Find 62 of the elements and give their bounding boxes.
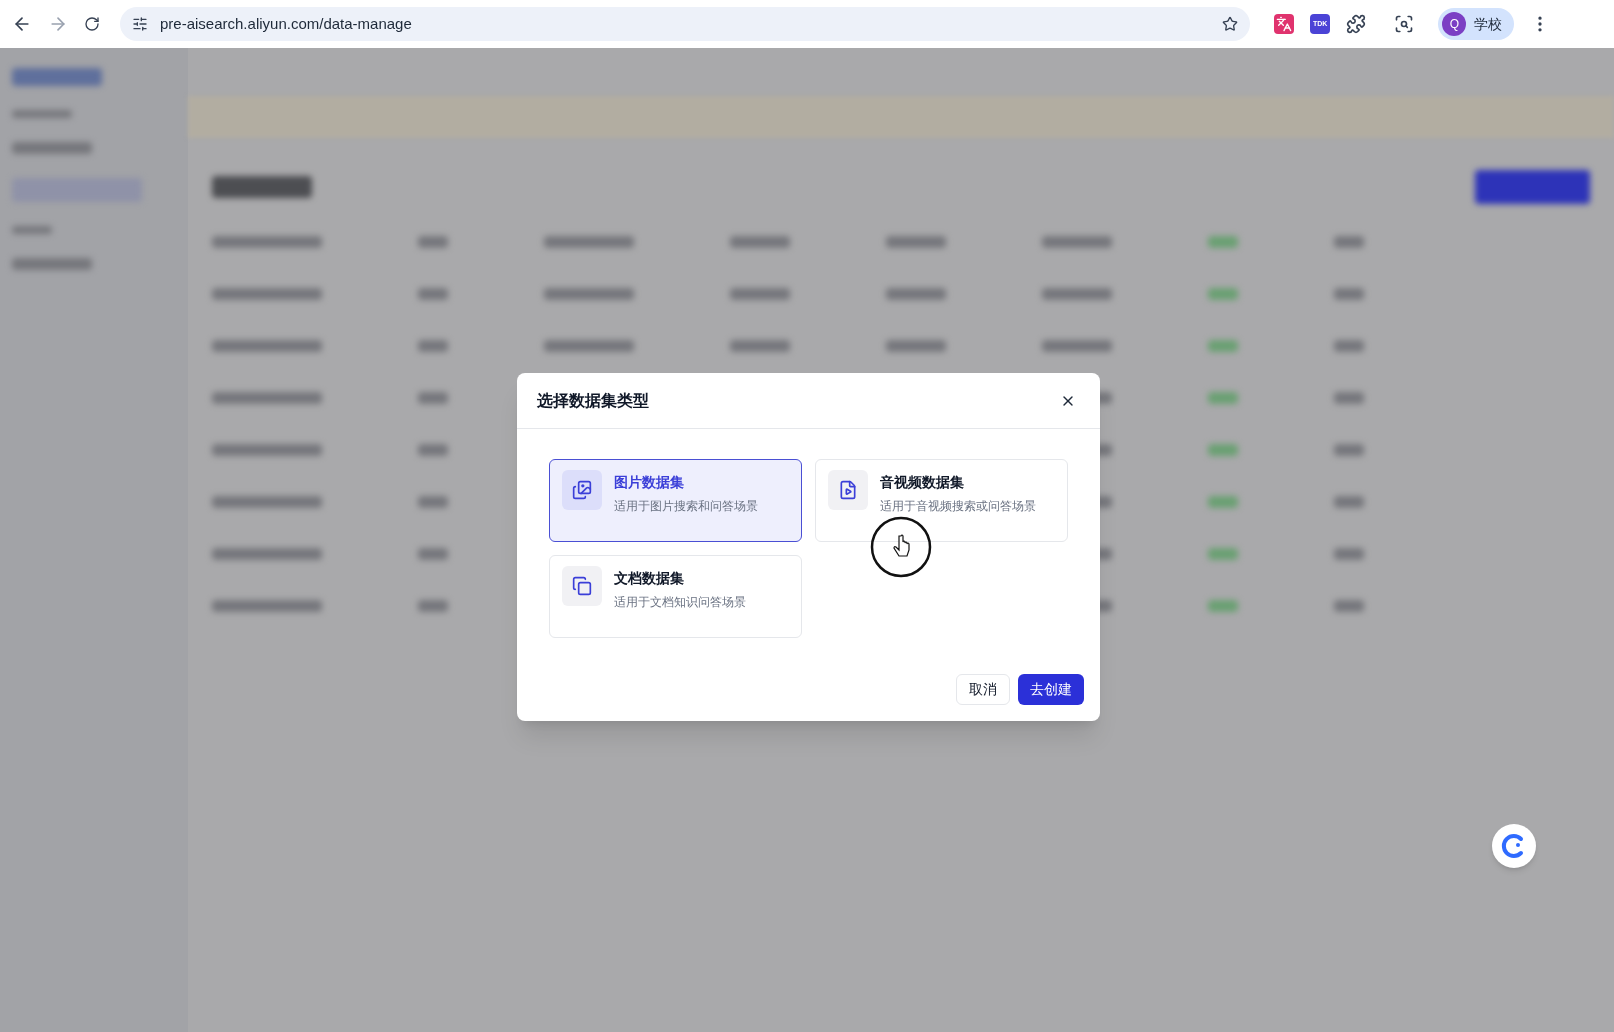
blurred-text [418, 548, 448, 560]
reload-icon[interactable] [84, 16, 100, 32]
blurred-text [1334, 236, 1364, 248]
bookmark-star-icon[interactable] [1222, 16, 1238, 32]
tab-search-icon[interactable] [1394, 14, 1415, 34]
blurred-text [730, 340, 790, 352]
blurred-text [1208, 496, 1238, 508]
blurred-text [1208, 392, 1238, 404]
blurred-text [1334, 444, 1364, 456]
dataset-type-card[interactable]: 图片数据集 适用于图片搜索和问答场景 [549, 459, 802, 542]
image-icon [572, 480, 592, 500]
blurred-text [1334, 496, 1364, 508]
video-file-icon [838, 480, 858, 500]
address-bar[interactable]: pre-aisearch.aliyun.com/data-manage [120, 7, 1250, 41]
blurred-text [1208, 236, 1238, 248]
blurred-text [418, 392, 448, 404]
dataset-type-card[interactable]: 文档数据集 适用于文档知识问答场景 [549, 555, 802, 638]
url-text: pre-aisearch.aliyun.com/data-manage [160, 13, 413, 34]
blurred-text [886, 288, 946, 300]
cursor-icon [870, 516, 932, 578]
blurred-text [418, 444, 448, 456]
type-title: 图片数据集 [614, 473, 685, 492]
blurred-text [730, 236, 790, 248]
blurred-text [886, 236, 946, 248]
cancel-button[interactable]: 取消 [956, 674, 1010, 705]
blurred-text [418, 340, 448, 352]
site-settings-icon[interactable] [132, 16, 148, 32]
translate-extension-icon[interactable] [1274, 14, 1294, 34]
blurred-text [1334, 548, 1364, 560]
profile-name: 学校 [1474, 15, 1503, 34]
blurred-text [418, 236, 448, 248]
documents-icon [572, 576, 592, 596]
create-button[interactable]: 去创建 [1018, 674, 1084, 705]
blurred-text [1208, 340, 1238, 352]
type-title: 文档数据集 [614, 569, 685, 588]
type-description: 适用于图片搜索和问答场景 [614, 498, 758, 515]
blurred-text [418, 496, 448, 508]
profile-chip[interactable]: Q 学校 [1438, 8, 1515, 40]
dataset-type-card[interactable]: 音视频数据集 适用于音视频搜索或问答场景 [815, 459, 1068, 542]
blurred-text [1334, 340, 1364, 352]
blurred-text [1208, 548, 1238, 560]
blurred-text [12, 110, 72, 118]
blurred-text [1334, 600, 1364, 612]
profile-avatar: Q [1442, 12, 1467, 36]
type-title: 音视频数据集 [880, 473, 965, 492]
extensions-icon[interactable] [1346, 14, 1367, 34]
type-description: 适用于文档知识问答场景 [614, 594, 746, 611]
blurred-text [418, 600, 448, 612]
blurred-text [1208, 444, 1238, 456]
blurred-text [1042, 288, 1112, 300]
type-description: 适用于音视频搜索或问答场景 [880, 498, 1036, 515]
blurred-text [1042, 236, 1112, 248]
blurred-text [1334, 288, 1364, 300]
blurred-text [1208, 600, 1238, 612]
blurred-text [730, 288, 790, 300]
blurred-text [1042, 340, 1112, 352]
blurred-text [886, 340, 946, 352]
blurred-text [1334, 392, 1364, 404]
blurred-text [1208, 288, 1238, 300]
blurred-text [418, 288, 448, 300]
dialog-title: 选择数据集类型 [537, 390, 649, 411]
blurred-text [12, 226, 52, 234]
